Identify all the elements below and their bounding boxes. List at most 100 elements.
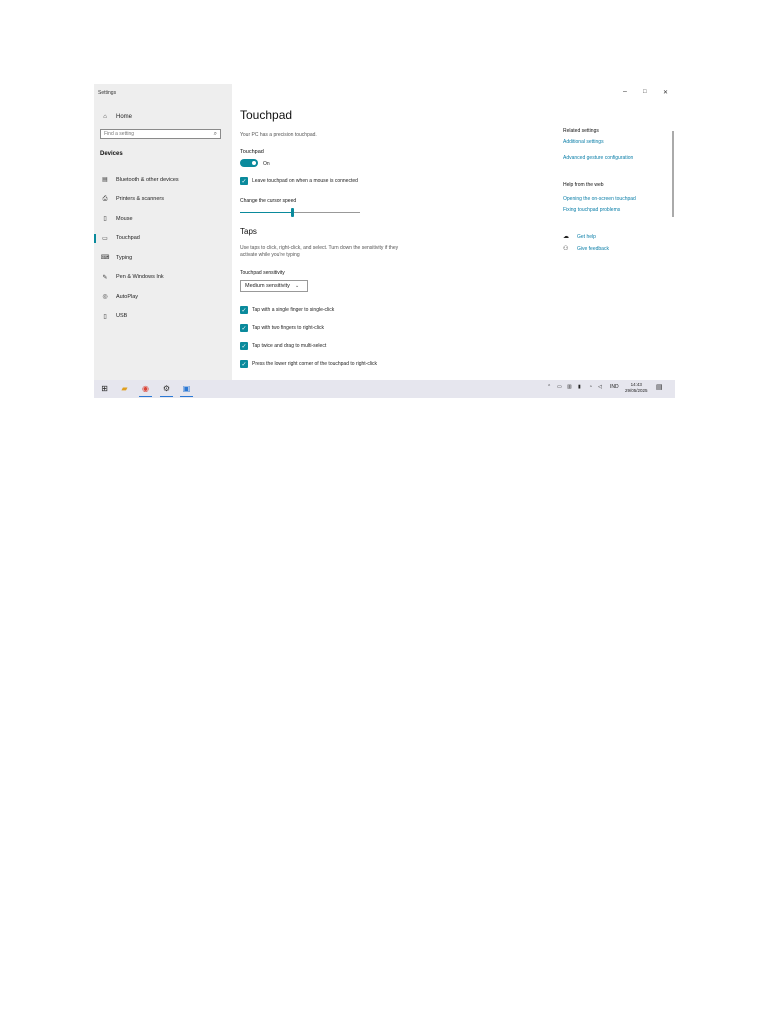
sidebar-item-pen[interactable]: ✎ Pen & Windows Ink [94, 268, 232, 288]
get-help-icon: ☁ [563, 234, 569, 240]
chrome-icon[interactable]: ◉ [139, 382, 152, 395]
sidebar-item-bluetooth[interactable]: ▤ Bluetooth & other devices [94, 170, 232, 190]
windows-start-icon[interactable]: ⊞ [98, 382, 111, 395]
wifi-icon[interactable]: ◔ [589, 384, 592, 390]
help-heading: Help from the web [563, 182, 604, 188]
volume-icon[interactable]: ◁ [598, 384, 602, 390]
tap-twice-drag-checkbox[interactable]: ✓ Tap twice and drag to multi-select [240, 342, 326, 350]
sidebar-item-label: Home [116, 114, 133, 120]
on-screen-touchpad-link[interactable]: Opening the on-screen touchpad [563, 196, 636, 202]
get-help-link[interactable]: Get help [577, 234, 596, 240]
checkbox-label: Press the lower right corner of the touc… [252, 361, 378, 367]
autoplay-icon: ◎ [102, 294, 108, 301]
sidebar-item-label: Typing [116, 254, 133, 261]
sidebar-item-usb[interactable]: ▯ USB [94, 307, 232, 327]
settings-gear-icon[interactable]: ⚙ [160, 382, 173, 395]
taps-title: Taps [240, 227, 257, 236]
meet-icon[interactable]: ▮ [578, 384, 581, 390]
sensitivity-label: Touchpad sensitivity [240, 270, 285, 276]
sidebar-nav: ▤ Bluetooth & other devices ⎙ Printers &… [94, 170, 232, 326]
toggle-state: On [263, 161, 270, 167]
tap-two-fingers-checkbox[interactable]: ✓ Tap with two fingers to right-click [240, 324, 324, 332]
search-icon[interactable]: ⌕ [214, 131, 217, 138]
sidebar-item-autoplay[interactable]: ◎ AutoPlay [94, 287, 232, 307]
checkmark-icon: ✓ [240, 177, 248, 185]
slider-fill [240, 212, 293, 213]
close-button[interactable]: ✕ [663, 89, 668, 96]
active-app-indicator [180, 396, 193, 397]
dropdown-value: Medium sensitivity [245, 283, 290, 289]
related-settings-heading: Related settings [563, 128, 599, 134]
sidebar-item-home[interactable]: ⌂ Home [100, 111, 228, 123]
word-icon[interactable]: ▣ [180, 382, 193, 395]
battery-icon[interactable]: ▥ [567, 384, 572, 390]
pen-icon: ✎ [102, 274, 108, 281]
keyboard-icon: ⌨ [100, 255, 110, 262]
checkbox-label: Tap with a single finger to single-click [252, 307, 335, 313]
touchpad-label: Touchpad [240, 149, 264, 155]
file-explorer-icon[interactable]: ▰ [118, 382, 131, 395]
scrollbar[interactable] [672, 131, 674, 217]
clock-date: 29/05/2025 [625, 388, 648, 393]
sidebar-item-label: Printers & scanners [116, 196, 164, 203]
search-box[interactable]: ⌕ [100, 129, 221, 139]
chevron-down-icon: ⌄ [294, 283, 300, 289]
printer-icon: ⎙ [102, 195, 108, 202]
sidebar-item-typing[interactable]: ⌨ Typing [94, 248, 232, 268]
search-input[interactable] [104, 131, 214, 137]
sidebar-item-printers[interactable]: ⎙ Printers & scanners [94, 190, 232, 210]
checkbox-label: Tap with two fingers to right-click [252, 325, 324, 331]
slider-thumb[interactable] [291, 208, 295, 217]
sensitivity-dropdown[interactable]: Medium sensitivity ⌄ [240, 280, 308, 292]
clock[interactable]: 14:43 29/05/2025 [625, 382, 648, 394]
bluetooth-devices-icon: ▤ [102, 177, 108, 184]
sidebar-item-label: Pen & Windows Ink [116, 274, 164, 281]
touchpad-toggle[interactable] [240, 159, 258, 167]
checkbox-label: Tap twice and drag to multi-select [252, 343, 327, 349]
input-language[interactable]: IND [610, 384, 619, 390]
home-icon: ⌂ [103, 114, 107, 120]
cursor-speed-label: Change the cursor speed [240, 198, 297, 204]
usb-icon: ▯ [103, 313, 107, 320]
network-icon[interactable]: ▭ [557, 384, 562, 390]
cursor-speed-slider[interactable] [240, 208, 360, 218]
mouse-icon: ▯ [103, 216, 107, 223]
taskbar: ⊞ ▰ ◉ ⚙ ▣ ⌃ ▭ ▥ ▮ ◔ ◁ IND 14:43 29/05/20… [94, 380, 675, 398]
lower-right-corner-checkbox[interactable]: ✓ Press the lower right corner of the to… [240, 360, 377, 368]
advanced-gesture-link[interactable]: Advanced gesture configuration [563, 155, 633, 161]
minimize-button[interactable]: – [623, 88, 627, 95]
notifications-icon[interactable]: ▤ [656, 383, 663, 391]
checkbox-label: Leave touchpad on when a mouse is connec… [252, 178, 358, 184]
sidebar: Settings ⌂ Home ⌕ Devices ▤ Bluetooth & … [94, 84, 232, 380]
settings-window: Settings ⌂ Home ⌕ Devices ▤ Bluetooth & … [94, 84, 675, 398]
sidebar-item-touchpad[interactable]: ▭ Touchpad [94, 229, 232, 249]
active-app-indicator [139, 396, 152, 397]
page-title: Touchpad [240, 108, 293, 122]
additional-settings-link[interactable]: Additional settings [563, 139, 604, 145]
sidebar-item-label: USB [116, 313, 128, 320]
show-hidden-icons-chevron-icon[interactable]: ⌃ [547, 384, 551, 390]
main-content: Touchpad Your PC has a precision touchpa… [232, 84, 675, 380]
give-feedback-link[interactable]: Give feedback [577, 246, 609, 252]
maximize-button[interactable]: □ [643, 89, 647, 95]
checkmark-icon: ✓ [240, 324, 248, 332]
feedback-icon: ⚇ [563, 246, 569, 252]
checkmark-icon: ✓ [240, 342, 248, 350]
window-title: Settings [98, 90, 117, 96]
toggle-knob [252, 161, 256, 165]
section-title: Devices [100, 151, 123, 157]
fixing-touchpad-link[interactable]: Fixing touchpad problems [563, 207, 620, 213]
sidebar-item-label: Touchpad [116, 235, 140, 242]
taps-description-line2: activate while you're typing [240, 252, 300, 258]
precision-note: Your PC has a precision touchpad. [240, 132, 317, 138]
sidebar-item-label: Mouse [116, 215, 133, 222]
checkmark-icon: ✓ [240, 306, 248, 314]
leave-on-checkbox[interactable]: ✓ Leave touchpad on when a mouse is conn… [240, 177, 358, 185]
checkmark-icon: ✓ [240, 360, 248, 368]
sidebar-item-mouse[interactable]: ▯ Mouse [94, 209, 232, 229]
sidebar-item-label: AutoPlay [116, 293, 139, 300]
taps-description-line1: Use taps to click, right-click, and sele… [240, 245, 399, 251]
sidebar-item-label: Bluetooth & other devices [116, 176, 179, 183]
active-app-indicator [160, 396, 173, 397]
tap-single-finger-checkbox[interactable]: ✓ Tap with a single finger to single-cli… [240, 306, 334, 314]
